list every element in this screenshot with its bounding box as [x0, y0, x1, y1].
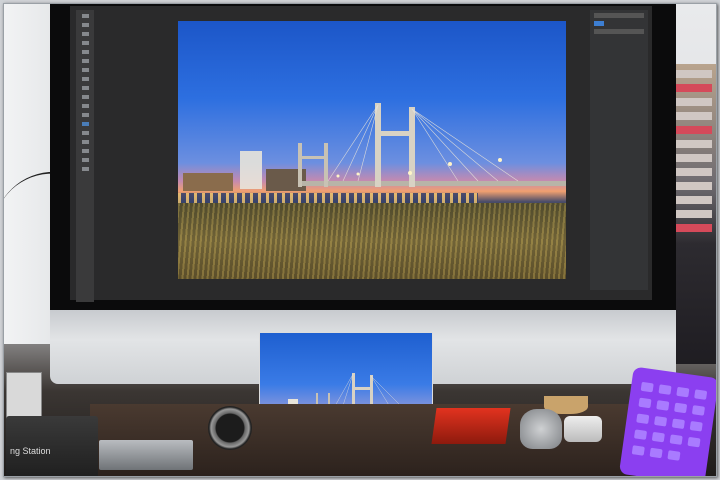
- card-reader: [99, 440, 193, 470]
- hard-drive: [6, 372, 42, 420]
- brush-tool-icon[interactable]: [81, 59, 89, 63]
- history-brush-icon[interactable]: [81, 77, 89, 81]
- watch-icon: [208, 406, 252, 450]
- eraser-tool-icon[interactable]: [81, 86, 89, 90]
- blur-tool-icon[interactable]: [81, 104, 89, 108]
- hand-tool-icon[interactable]: [81, 158, 89, 162]
- numeric-keypad-icon: [618, 366, 716, 476]
- zoom-tool-icon[interactable]: [81, 167, 89, 171]
- dock-label: ng Station: [10, 446, 51, 456]
- mouse: [520, 409, 562, 449]
- photoshop-toolbar[interactable]: [76, 10, 94, 302]
- lasso-tool-icon[interactable]: [81, 32, 89, 36]
- pen-tool-icon[interactable]: [81, 122, 89, 126]
- path-select-icon[interactable]: [81, 140, 89, 144]
- photoshop-panels[interactable]: [590, 10, 648, 290]
- dodge-tool-icon[interactable]: [81, 113, 89, 117]
- crop-tool-icon[interactable]: [81, 41, 89, 45]
- panel-row[interactable]: [594, 29, 644, 34]
- panel-row[interactable]: [594, 13, 644, 18]
- photo-frame: ng Station: [3, 3, 717, 477]
- shape-tool-icon[interactable]: [81, 149, 89, 153]
- stamp-tool-icon[interactable]: [81, 68, 89, 72]
- marquee-tool-icon[interactable]: [81, 23, 89, 27]
- text-tool-icon[interactable]: [81, 131, 89, 135]
- grass-field: [178, 203, 566, 279]
- docking-station: ng Station: [6, 416, 98, 476]
- white-device: [564, 416, 602, 442]
- eyedropper-tool-icon[interactable]: [81, 50, 89, 54]
- red-case: [431, 408, 511, 444]
- panel-row-active[interactable]: [594, 21, 604, 26]
- right-shelf: [672, 64, 716, 364]
- gradient-tool-icon[interactable]: [81, 95, 89, 99]
- on-screen-photo: [178, 21, 566, 279]
- move-tool-icon[interactable]: [81, 14, 89, 18]
